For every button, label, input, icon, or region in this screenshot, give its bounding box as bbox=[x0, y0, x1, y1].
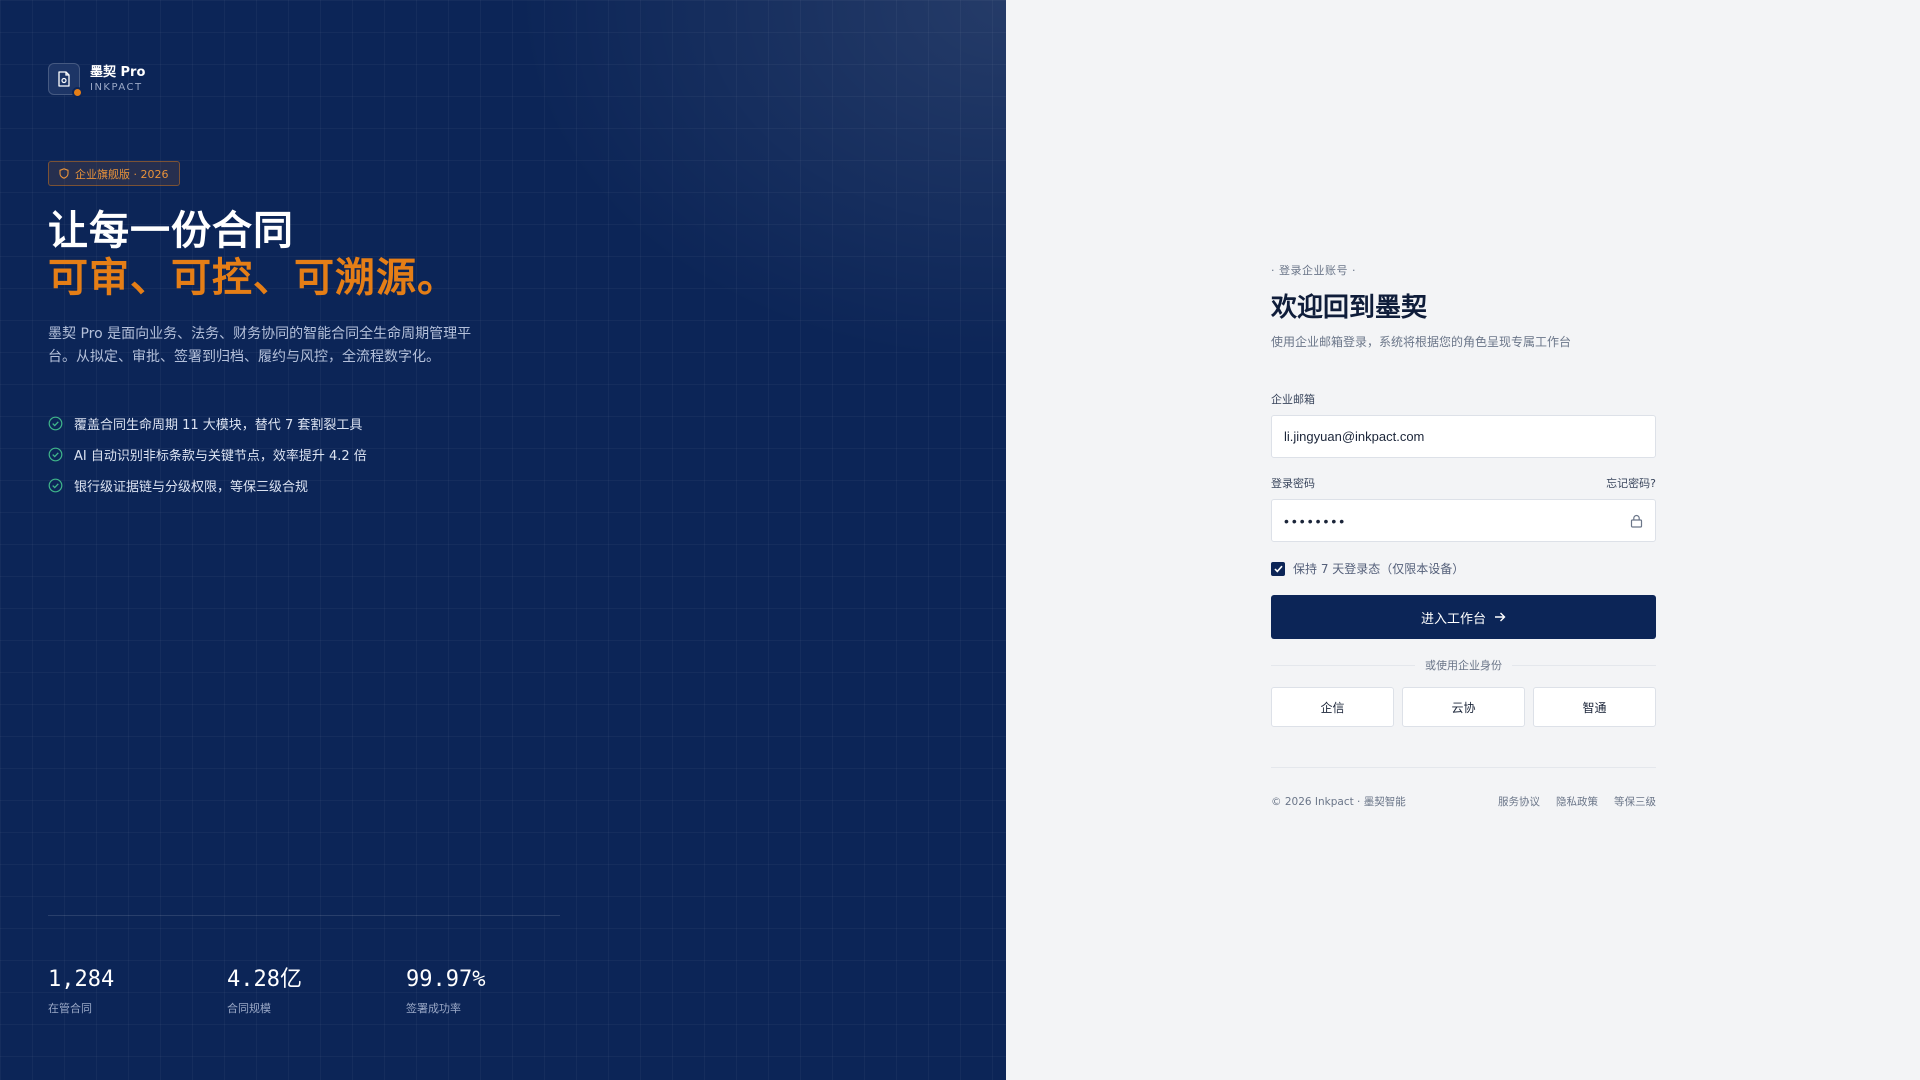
login-panel: · 登录企业账号 · 欢迎回到墨契 使用企业邮箱登录，系统将根据您的角色呈现专属… bbox=[1271, 262, 1656, 809]
shield-icon bbox=[59, 168, 69, 179]
stat-value: 4.28亿 bbox=[227, 967, 302, 992]
lock-icon[interactable] bbox=[1630, 514, 1643, 528]
stat-success-rate: 99.97% 签署成功率 bbox=[406, 966, 585, 1016]
sso-button-zhitong[interactable]: 智通 bbox=[1533, 687, 1656, 727]
email-field[interactable] bbox=[1271, 415, 1656, 458]
brand-logo bbox=[48, 63, 83, 98]
email-label: 企业邮箱 bbox=[1271, 393, 1315, 406]
footer-links: 服务协议 隐私政策 等保三级 bbox=[1498, 794, 1656, 809]
remember-me[interactable]: 保持 7 天登录态（仅限本设备） bbox=[1271, 560, 1656, 577]
footer-link-compliance[interactable]: 等保三级 bbox=[1614, 794, 1656, 809]
feature-item: 覆盖合同生命周期 11 大模块，替代 7 套割裂工具 bbox=[48, 408, 367, 439]
check-circle-icon bbox=[48, 416, 63, 431]
remember-me-checkbox[interactable] bbox=[1271, 561, 1285, 576]
stat-label: 签署成功率 bbox=[406, 1002, 461, 1015]
headline-line-1: 让每一份合同 bbox=[48, 208, 294, 254]
feature-text: AI 自动识别非标条款与关键节点，效率提升 4.2 倍 bbox=[74, 449, 367, 464]
remember-me-label: 保持 7 天登录态（仅限本设备） bbox=[1293, 562, 1465, 576]
brand-name: 墨契 Pro bbox=[90, 64, 146, 80]
check-circle-icon bbox=[48, 478, 63, 493]
arrow-right-icon bbox=[1495, 612, 1506, 622]
footer-link-terms[interactable]: 服务协议 bbox=[1498, 794, 1540, 809]
stat-label: 在管合同 bbox=[48, 1002, 92, 1015]
feature-text: 银行级证据链与分级权限，等保三级合规 bbox=[74, 480, 309, 495]
hero-divider bbox=[48, 915, 560, 916]
footer: © 2026 Inkpact · 墨契智能 服务协议 隐私政策 等保三级 bbox=[1271, 794, 1656, 809]
feature-text: 覆盖合同生命周期 11 大模块，替代 7 套割裂工具 bbox=[74, 418, 363, 433]
feature-list: 覆盖合同生命周期 11 大模块，替代 7 套割裂工具 AI 自动识别非标条款与关… bbox=[48, 408, 367, 501]
feature-item: 银行级证据链与分级权限，等保三级合规 bbox=[48, 470, 367, 501]
brand[interactable]: 墨契 Pro INKPACT bbox=[48, 63, 146, 98]
check-circle-icon bbox=[48, 447, 63, 462]
password-field[interactable] bbox=[1271, 499, 1656, 542]
brand-subtitle: INKPACT bbox=[90, 81, 143, 93]
password-label: 登录密码 bbox=[1271, 477, 1315, 490]
edition-badge: 企业旗舰版 · 2026 bbox=[48, 161, 181, 186]
headline-line-2: 可审、可控、可溯源。 bbox=[48, 255, 458, 301]
login-subtitle: 使用企业邮箱登录，系统将根据您的角色呈现专属工作台 bbox=[1271, 335, 1572, 349]
stats-row: 1,284 在管合同 4.28亿 合同规模 99.97% 签署成功率 bbox=[48, 966, 585, 1016]
email-field-group: 企业邮箱 bbox=[1271, 391, 1656, 458]
password-field-group: 登录密码 忘记密码? bbox=[1271, 475, 1656, 542]
hero-panel: 墨契 Pro INKPACT 企业旗舰版 · 2026 让每一份合同 可审、可控… bbox=[0, 0, 1006, 1080]
stat-contract-volume: 4.28亿 合同规模 bbox=[227, 966, 406, 1016]
feature-item: AI 自动识别非标条款与关键节点，效率提升 4.2 倍 bbox=[48, 439, 367, 470]
enter-workspace-button[interactable]: 进入工作台 bbox=[1271, 595, 1656, 639]
stat-managed-contracts: 1,284 在管合同 bbox=[48, 966, 227, 1016]
stat-value: 1,284 bbox=[48, 967, 115, 992]
footer-divider bbox=[1271, 767, 1656, 768]
stat-label: 合同规模 bbox=[227, 1002, 271, 1015]
footer-link-privacy[interactable]: 隐私政策 bbox=[1556, 794, 1598, 809]
email-input[interactable] bbox=[1284, 429, 1643, 444]
login-eyebrow: · 登录企业账号 · bbox=[1271, 264, 1356, 277]
stat-value: 99.97% bbox=[406, 967, 486, 992]
sso-button-qixin[interactable]: 企信 bbox=[1271, 687, 1394, 727]
enter-workspace-label: 进入工作台 bbox=[1420, 611, 1486, 627]
login-title: 欢迎回到墨契 bbox=[1271, 293, 1428, 323]
hero-headline: 让每一份合同 可审、可控、可溯源。 bbox=[48, 208, 458, 302]
edition-badge-label: 企业旗舰版 · 2026 bbox=[75, 167, 169, 181]
document-icon bbox=[58, 71, 70, 87]
forgot-password-link[interactable]: 忘记密码? bbox=[1606, 475, 1656, 491]
hero-description: 墨契 Pro 是面向业务、法务、财务协同的智能合同全生命周期管理平台。从拟定、审… bbox=[48, 326, 472, 365]
checkmark-icon bbox=[1273, 565, 1283, 573]
sso-divider: 或使用企业身份 bbox=[1271, 657, 1656, 673]
sso-button-yunxie[interactable]: 云协 bbox=[1402, 687, 1525, 727]
copyright: © 2026 Inkpact · 墨契智能 bbox=[1271, 796, 1406, 808]
sso-divider-label: 或使用企业身份 bbox=[1425, 659, 1502, 672]
brand-status-dot bbox=[72, 87, 83, 98]
sso-options: 企信 云协 智通 bbox=[1271, 687, 1656, 727]
password-input[interactable] bbox=[1284, 512, 1630, 529]
